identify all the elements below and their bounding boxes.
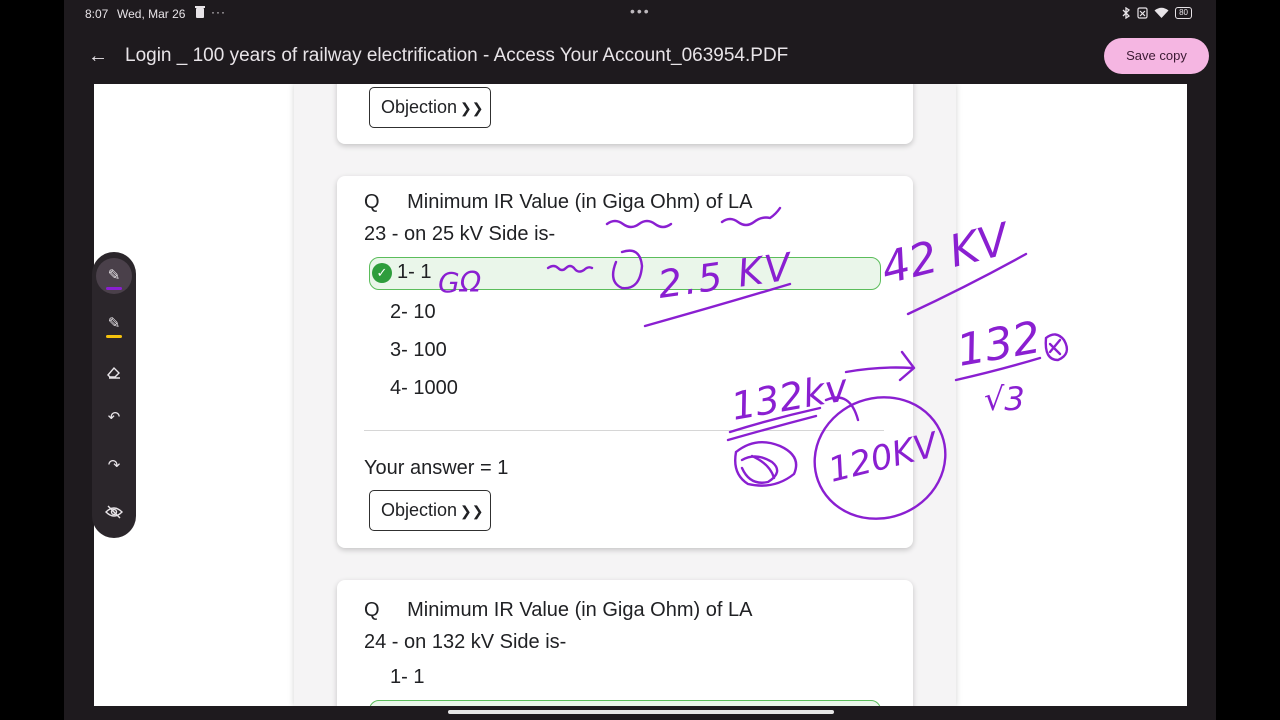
wifi-icon [1154,7,1169,19]
question-label: Q [364,599,380,621]
trash-icon [195,6,205,18]
double-chevron-down-icon: ❯❯ [460,503,484,519]
pen-icon: ✎ [107,267,121,284]
home-indicator[interactable] [448,710,834,714]
correct-option[interactable]: ✓ 1- 1 [369,257,881,290]
option-label: 1- 1 [397,261,432,283]
highlighter-icon: ✎ [107,315,121,332]
objection-label: Objection [381,97,458,117]
no-sim-icon [1137,7,1148,19]
check-circle-icon: ✓ [372,263,392,283]
your-answer: Your answer = 1 [364,457,509,479]
option-3[interactable]: 3- 100 [390,339,447,362]
divider [364,430,884,431]
undo-button[interactable]: ↶ [96,400,132,436]
option-2[interactable]: 2- 10 [390,301,436,324]
objection-button[interactable]: Objection ❯❯ [369,87,491,128]
document-title: Login _ 100 years of railway electrifica… [125,45,789,66]
eraser-icon [107,366,120,379]
question-card-23: Q Minimum IR Value (in Giga Ohm) of LA 2… [337,176,913,548]
status-date: Wed, Mar 26 [117,7,186,21]
status-bar: 8:07 Wed, Mar 26 ··· ••• 80 [64,0,1216,28]
status-more-icon: ··· [211,5,226,19]
pen-tool[interactable]: ✎ [96,258,132,294]
question-line1: Q Minimum IR Value (in Giga Ohm) of LA [364,594,752,626]
redo-icon: ↷ [107,457,121,474]
bluetooth-icon [1122,6,1131,20]
question-card-22: Objection ❯❯ [337,84,913,144]
pen-color-indicator [106,287,122,290]
eraser-tool[interactable] [96,354,132,390]
window-handle-dots[interactable]: ••• [630,3,651,19]
question-label: Q [364,191,380,213]
document-viewport[interactable]: Objection ❯❯ Q Minimum IR Value (in Giga … [94,84,1187,706]
undo-icon: ↶ [107,409,121,426]
question-line1: Q Minimum IR Value (in Giga Ohm) of LA [364,186,752,218]
objection-label: Objection [381,500,458,520]
highlighter-tool[interactable]: ✎ [96,306,132,342]
eye-off-icon [105,505,123,519]
status-icons: 80 [1122,6,1192,20]
option-4[interactable]: 4- 1000 [390,377,458,400]
back-button[interactable]: ← [86,44,110,68]
question-text: Minimum IR Value (in Giga Ohm) of LA [407,191,753,213]
option-1[interactable]: 1- 1 [390,666,424,689]
app-window: 8:07 Wed, Mar 26 ··· ••• 80 ← Login _ 10… [64,0,1216,720]
battery-icon: 80 [1175,7,1192,19]
question-card-24: Q Minimum IR Value (in Giga Ohm) of LA 2… [337,580,913,706]
app-bar: ← Login _ 100 years of railway electrifi… [64,28,1216,84]
question-text: Minimum IR Value (in Giga Ohm) of LA [407,599,753,621]
pen-toolbar: ✎ ✎ ↶ ↷ [92,252,136,538]
objection-button[interactable]: Objection ❯❯ [369,490,491,531]
save-copy-button[interactable]: Save copy [1104,38,1209,74]
double-chevron-down-icon: ❯❯ [460,100,484,116]
highlighter-color-indicator [106,335,122,338]
question-number: 23 - on 25 kV Side is- [364,223,556,245]
arrow-back-icon: ← [88,45,108,67]
hide-annotations-button[interactable] [96,494,132,530]
status-time: 8:07 [85,7,109,21]
redo-button[interactable]: ↷ [96,448,132,484]
question-number: 24 - on 132 kV Side is- [364,631,567,653]
correct-option[interactable] [369,700,881,706]
